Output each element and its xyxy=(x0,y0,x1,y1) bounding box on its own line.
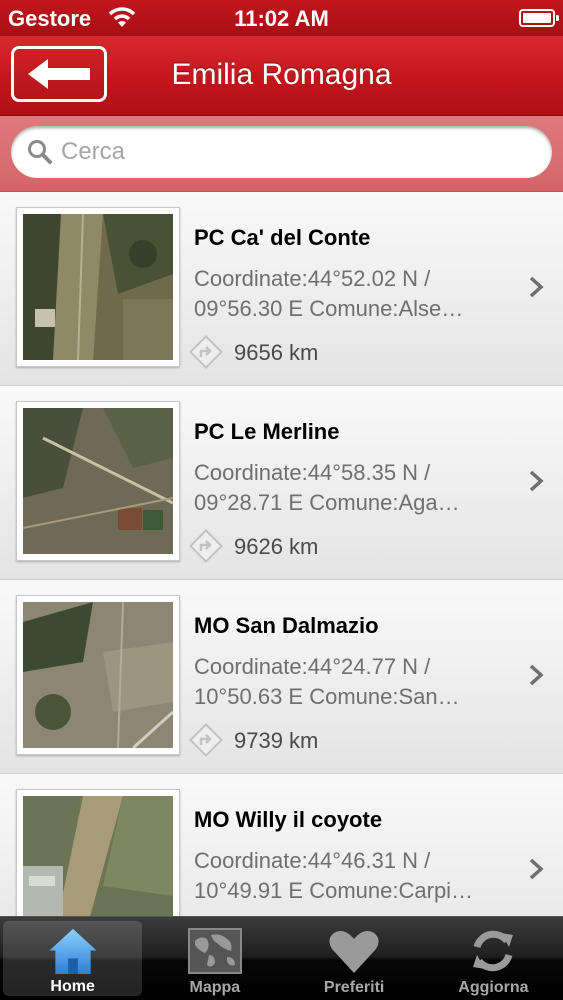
chevron-right-icon xyxy=(529,664,544,686)
list-item[interactable]: PC Ca' del Conte Coordinate:44°52.02 N /… xyxy=(0,192,563,386)
thumbnail-frame xyxy=(16,207,180,367)
item-title: MO Willy il coyote xyxy=(194,807,383,832)
thumbnail-frame xyxy=(16,595,180,755)
page-title: Emilia Romagna xyxy=(171,58,392,91)
satellite-thumbnail xyxy=(23,214,173,360)
map-icon xyxy=(187,928,242,974)
status-bar: Gestore 11:02 AM xyxy=(0,0,563,36)
heart-icon xyxy=(329,931,379,973)
clock: 11:02 AM xyxy=(234,6,329,31)
search-input[interactable]: Cerca xyxy=(11,126,552,178)
satellite-thumbnail xyxy=(23,408,173,554)
site-list: PC Ca' del Conte Coordinate:44°52.02 N /… xyxy=(0,192,563,916)
satellite-thumbnail xyxy=(23,796,173,916)
refresh-icon xyxy=(473,930,514,972)
item-coordinates-line: Coordinate:44°58.35 N / xyxy=(194,460,431,485)
chevron-right-icon xyxy=(529,858,544,880)
battery-icon xyxy=(519,9,559,27)
item-description: Coordinate:44°24.77 N / 10°50.63 E Comun… xyxy=(194,652,506,712)
item-coordinates-line: Coordinate:44°24.77 N / xyxy=(194,654,431,679)
directions-icon xyxy=(189,723,223,757)
thumbnail-frame xyxy=(16,401,180,561)
item-description: Coordinate:44°58.35 N / 09°28.71 E Comun… xyxy=(194,458,506,518)
list-item[interactable]: PC Le Merline Coordinate:44°58.35 N / 09… xyxy=(0,386,563,580)
item-coordinates-line: 09°28.71 E Comune:Aga… xyxy=(194,490,460,515)
item-coordinates-line: 10°49.91 E Comune:Carpi… xyxy=(194,878,474,903)
search-icon xyxy=(28,140,52,164)
item-coordinates-line: 09°56.30 E Comune:Alse… xyxy=(194,296,464,321)
home-icon xyxy=(49,928,97,975)
item-title: PC Ca' del Conte xyxy=(194,225,371,250)
item-distance: 9626 km xyxy=(234,534,319,559)
directions-icon xyxy=(189,335,223,369)
search-placeholder: Cerca xyxy=(61,138,126,165)
chevron-right-icon xyxy=(529,276,544,298)
tab-mappa[interactable]: Mappa xyxy=(145,917,284,1000)
item-title: MO San Dalmazio xyxy=(194,613,379,638)
item-title: PC Le Merline xyxy=(194,419,340,444)
chevron-right-icon xyxy=(529,470,544,492)
tab-home[interactable]: Home xyxy=(3,921,143,996)
tab-bar: Home Mappa Preferiti Aggiorna xyxy=(0,916,563,1000)
navigation-bar: Emilia Romagna xyxy=(0,36,563,116)
item-coordinates-line: Coordinate:44°46.31 N / xyxy=(194,848,431,873)
item-distance: 9656 km xyxy=(234,340,319,365)
list-item[interactable]: MO San Dalmazio Coordinate:44°24.77 N / … xyxy=(0,580,563,774)
tab-label: Mappa xyxy=(189,979,241,996)
tab-preferiti[interactable]: Preferiti xyxy=(285,917,424,1000)
directions-icon xyxy=(189,529,223,563)
item-description: Coordinate:44°52.02 N / 09°56.30 E Comun… xyxy=(194,264,506,324)
tab-label: Aggiorna xyxy=(458,979,529,996)
item-description: Coordinate:44°46.31 N / 10°49.91 E Comun… xyxy=(194,846,506,906)
list-item[interactable]: MO Willy il coyote Coordinate:44°46.31 N… xyxy=(0,774,563,916)
tab-aggiorna[interactable]: Aggiorna xyxy=(424,917,563,1000)
item-coordinates-line: 10°50.63 E Comune:San… xyxy=(194,684,460,709)
item-coordinates-line: Coordinate:44°52.02 N / xyxy=(194,266,431,291)
search-bar: Cerca xyxy=(0,116,563,192)
tab-label: Preferiti xyxy=(323,979,385,996)
thumbnail-frame xyxy=(16,789,180,916)
tab-label: Home xyxy=(50,978,95,995)
item-distance: 9739 km xyxy=(234,728,319,753)
satellite-thumbnail xyxy=(23,602,173,748)
